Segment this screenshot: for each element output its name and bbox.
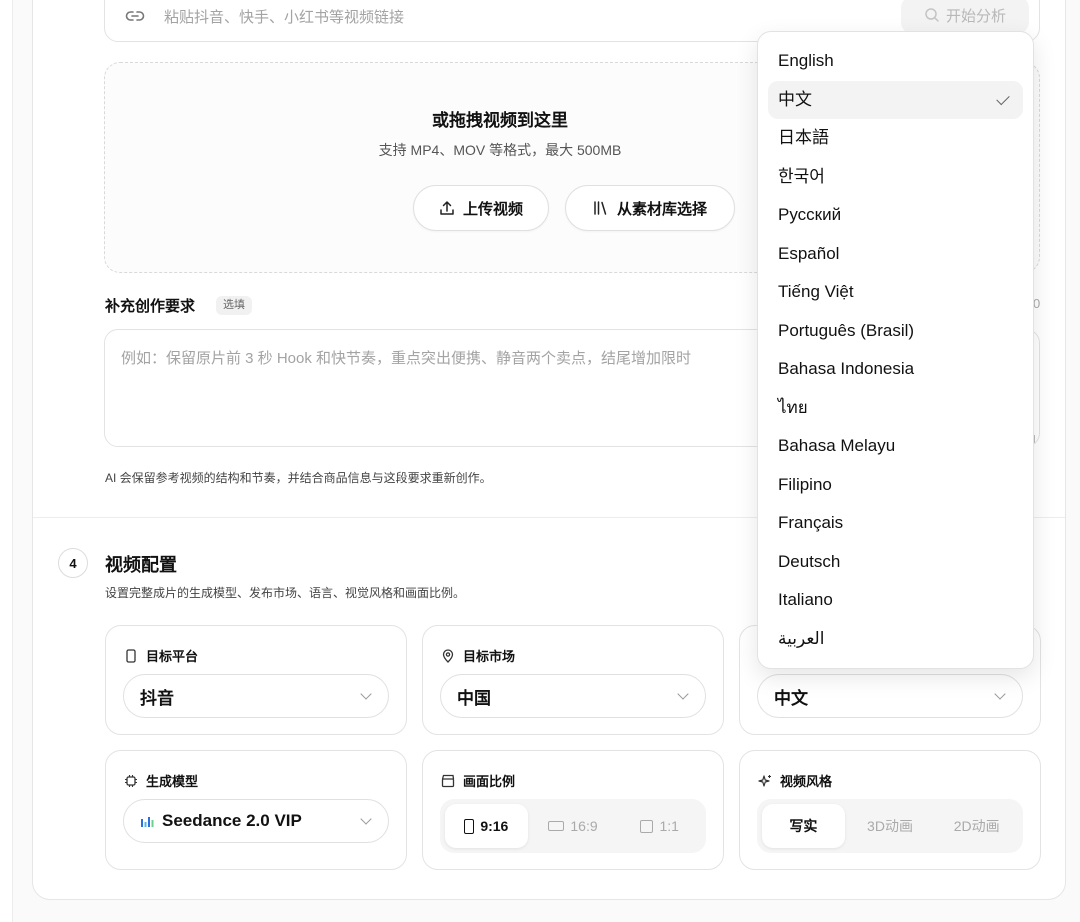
language-option[interactable]: English [768, 42, 1023, 81]
language-option[interactable]: العربية [768, 620, 1023, 659]
model-brand-icon [141, 817, 154, 827]
generation-model-card: 生成模型 Seedance 2.0 VIP [105, 750, 407, 870]
ratio-option-label: 9:16 [480, 818, 509, 834]
ratio-option-label: 16:9 [570, 818, 598, 834]
ratio-option-16-9[interactable]: 16:9 [532, 804, 615, 848]
language-option-label: 中文 [778, 89, 812, 109]
dropzone-subtitle: 支持 MP4、MOV 等格式，最大 500MB [378, 142, 622, 158]
location-pin-icon [442, 648, 454, 663]
style-option-3d[interactable]: 3D动画 [849, 804, 932, 848]
ratio-option-9-16[interactable]: 9:16 [445, 804, 528, 848]
dropzone-title: 或拖拽视频到这里 [432, 111, 568, 130]
aspect-ratio-segmented: 9:16 16:9 1:1 [440, 799, 706, 853]
language-value: 中文 [774, 688, 808, 708]
target-market-select[interactable]: 中国 [440, 674, 706, 718]
character-counter: 0 [1033, 296, 1041, 311]
requirements-label: 补充创作要求 [105, 298, 196, 315]
portrait-icon [464, 818, 475, 834]
upload-video-button[interactable]: 上传视频 [413, 185, 549, 231]
video-config-title: 视频配置 [105, 555, 177, 575]
target-platform-label: 目标平台 [146, 649, 199, 664]
generation-model-label: 生成模型 [146, 774, 199, 789]
language-option[interactable]: Filipino [768, 466, 1023, 505]
chevron-down-icon [360, 813, 372, 825]
target-market-card: 目标市场 中国 [422, 625, 724, 735]
video-style-segmented: 写实 3D动画 2D动画 [757, 799, 1023, 853]
language-option[interactable]: ไทย [768, 389, 1023, 428]
language-option[interactable]: Português (Brasil) [768, 312, 1023, 351]
select-from-library-label: 从素材库选择 [616, 200, 707, 218]
optional-tag: 选填 [216, 296, 252, 315]
language-option[interactable]: Tiếng Việt [768, 273, 1023, 312]
language-option[interactable]: Italiano [768, 581, 1023, 620]
square-icon [640, 819, 654, 833]
chevron-down-icon [994, 688, 1006, 700]
generation-model-select[interactable]: Seedance 2.0 VIP [123, 799, 389, 843]
upload-video-label: 上传视频 [462, 200, 523, 218]
sparkle-icon [758, 774, 771, 787]
start-analysis-button[interactable]: 开始分析 [901, 0, 1029, 34]
language-option[interactable]: Русский [768, 196, 1023, 235]
language-option-selected[interactable]: 中文 [768, 80, 1023, 119]
check-icon [996, 91, 1010, 105]
language-option[interactable]: Français [768, 504, 1023, 543]
link-icon [125, 11, 145, 21]
ratio-option-1-1[interactable]: 1:1 [618, 804, 701, 848]
chip-icon [125, 774, 137, 787]
language-select[interactable]: 中文 [757, 674, 1023, 718]
link-input-placeholder: 粘贴抖音、快手、小红书等视频链接 [164, 9, 405, 26]
step-number-badge: 4 [58, 548, 88, 578]
target-market-label: 目标市场 [463, 649, 516, 664]
language-option[interactable]: 日本語 [768, 119, 1023, 158]
language-option[interactable]: Bahasa Indonesia [768, 350, 1023, 389]
phone-icon [126, 648, 136, 663]
generation-model-value: Seedance 2.0 VIP [162, 811, 302, 830]
video-config-subtitle: 设置完整成片的生成模型、发布市场、语言、视觉风格和画面比例。 [105, 586, 466, 600]
requirements-placeholder: 例如：保留原片前 3 秒 Hook 和快节奏，重点突出便携、静音两个卖点，结尾增… [121, 350, 692, 367]
target-platform-select[interactable]: 抖音 [123, 674, 389, 718]
language-option[interactable]: Deutsch [768, 543, 1023, 582]
target-market-value: 中国 [457, 688, 491, 708]
aspect-ratio-card: 画面比例 9:16 16:9 1:1 [422, 750, 724, 870]
clapperboard-icon [441, 774, 455, 787]
video-style-card: 视频风格 写实 3D动画 2D动画 [739, 750, 1041, 870]
aspect-ratio-label: 画面比例 [463, 774, 516, 789]
language-dropdown-menu: English 中文 日本語 한국어 Русский Español Tiếng… [757, 31, 1034, 669]
style-option-realistic[interactable]: 写实 [762, 804, 845, 848]
start-analysis-label: 开始分析 [945, 7, 1006, 25]
video-style-label: 视频风格 [780, 774, 833, 789]
target-platform-value: 抖音 [140, 688, 174, 708]
page-edge [0, 0, 13, 922]
requirements-hint: AI 会保留参考视频的结构和节奏，并结合商品信息与这段要求重新创作。 [105, 471, 492, 485]
landscape-icon [548, 821, 565, 831]
target-platform-card: 目标平台 抖音 [105, 625, 407, 735]
select-from-library-button[interactable]: 从素材库选择 [565, 185, 735, 231]
ratio-option-label: 1:1 [659, 818, 679, 834]
language-option[interactable]: Español [768, 235, 1023, 274]
language-option[interactable]: Bahasa Melayu [768, 427, 1023, 466]
chevron-down-icon [677, 688, 689, 700]
upload-icon [440, 201, 454, 215]
search-icon [925, 8, 939, 22]
library-icon [594, 201, 607, 215]
style-option-2d[interactable]: 2D动画 [935, 804, 1018, 848]
chevron-down-icon [360, 688, 372, 700]
language-option[interactable]: 한국어 [768, 158, 1023, 197]
